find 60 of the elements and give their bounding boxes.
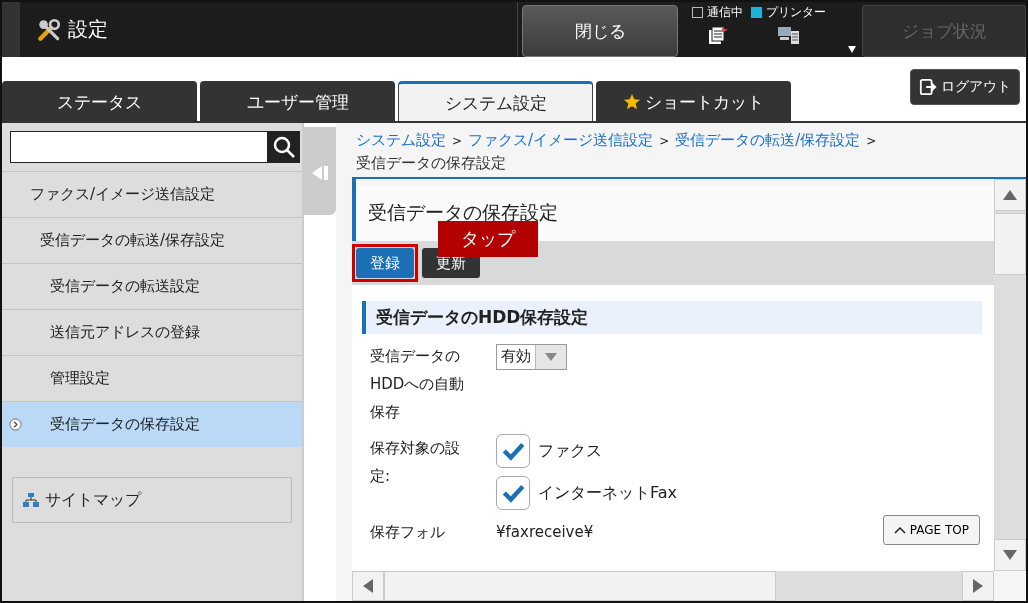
field-label: 保存対象の設定: <box>370 438 461 487</box>
breadcrumb-current: 受信データの保存設定 <box>356 154 507 173</box>
breadcrumb-link[interactable]: システム設定 <box>356 131 446 150</box>
printer-icon <box>776 25 801 45</box>
chevron-up-icon <box>893 526 906 534</box>
scrollbar-thumb[interactable] <box>994 213 1026 275</box>
star-icon <box>623 93 641 111</box>
scrollbar-thumb[interactable] <box>384 571 776 601</box>
sitemap-button[interactable]: サイトマップ <box>12 477 292 523</box>
tab[interactable]: ステータス <box>2 81 197 121</box>
search-field[interactable] <box>10 131 268 163</box>
down-arrow-icon <box>1003 550 1017 560</box>
breadcrumb-separator: > <box>452 134 463 148</box>
scroll-up-button[interactable] <box>994 179 1026 211</box>
tab[interactable]: ユーザー管理 <box>200 81 395 121</box>
indicator-label: 通信中 <box>707 4 743 21</box>
section-heading: 受信データのHDD保存設定 <box>376 307 589 327</box>
checkbox-label: ファクス <box>538 440 602 462</box>
sidebar-item[interactable]: 受信データの保存設定 <box>2 401 302 447</box>
up-arrow-icon <box>1003 190 1017 200</box>
tab[interactable]: ショートカット <box>596 81 791 121</box>
search-icon <box>272 135 296 159</box>
sidebar-item[interactable]: ファクス/イメージ送信設定 <box>2 171 302 217</box>
sidebar-item[interactable]: 受信データの転送設定 <box>2 263 302 309</box>
scroll-down-button[interactable] <box>994 539 1026 571</box>
breadcrumb-link[interactable]: ファクス/イメージ送信設定 <box>468 131 654 150</box>
dropdown[interactable]: 有効 <box>496 344 567 370</box>
dropdown-caret-icon[interactable] <box>848 46 856 53</box>
logout-button[interactable]: ログアウト <box>910 69 1020 105</box>
scroll-right-button[interactable] <box>962 571 994 601</box>
scroll-left-button[interactable] <box>352 571 384 601</box>
right-arrow-icon <box>973 579 983 593</box>
sidebar-item[interactable]: 送信元アドレスの登録 <box>2 309 302 355</box>
window-title: 設定 <box>68 16 108 43</box>
search-button[interactable] <box>268 131 300 163</box>
checkbox-label: インターネットFax <box>538 482 677 504</box>
logout-icon <box>919 78 937 96</box>
sitemap-icon <box>23 493 39 507</box>
breadcrumb-link[interactable]: 受信データの転送/保存設定 <box>675 131 861 150</box>
checkbox[interactable] <box>496 434 530 468</box>
header-edge-strip <box>2 2 20 57</box>
collapse-arrow-icon <box>310 163 330 183</box>
page-top-button[interactable]: PAGE TOP <box>882 515 980 545</box>
field-label: 保存フォル <box>370 522 446 543</box>
checkbox[interactable] <box>496 476 530 510</box>
sidebar-item[interactable]: 受信データの転送/保存設定 <box>2 217 302 263</box>
indicator-label: プリンター <box>766 4 826 21</box>
tools-icon <box>36 16 62 43</box>
close-button[interactable]: 閉じる <box>522 5 678 57</box>
breadcrumb-separator: > <box>659 134 670 148</box>
field-label: 受信データのHDDへの自動保存 <box>370 346 466 423</box>
breadcrumb-separator: > <box>866 134 877 148</box>
chevron-circle-icon <box>9 418 22 431</box>
field-value: ¥faxreceive¥ <box>496 522 594 543</box>
left-arrow-icon <box>363 579 373 593</box>
caret-icon <box>545 353 557 361</box>
document-icon <box>706 25 729 45</box>
tap-tooltip: タップ <box>438 221 538 257</box>
tab[interactable]: システム設定 <box>398 81 593 121</box>
register-button[interactable]: 登録 <box>356 248 414 278</box>
